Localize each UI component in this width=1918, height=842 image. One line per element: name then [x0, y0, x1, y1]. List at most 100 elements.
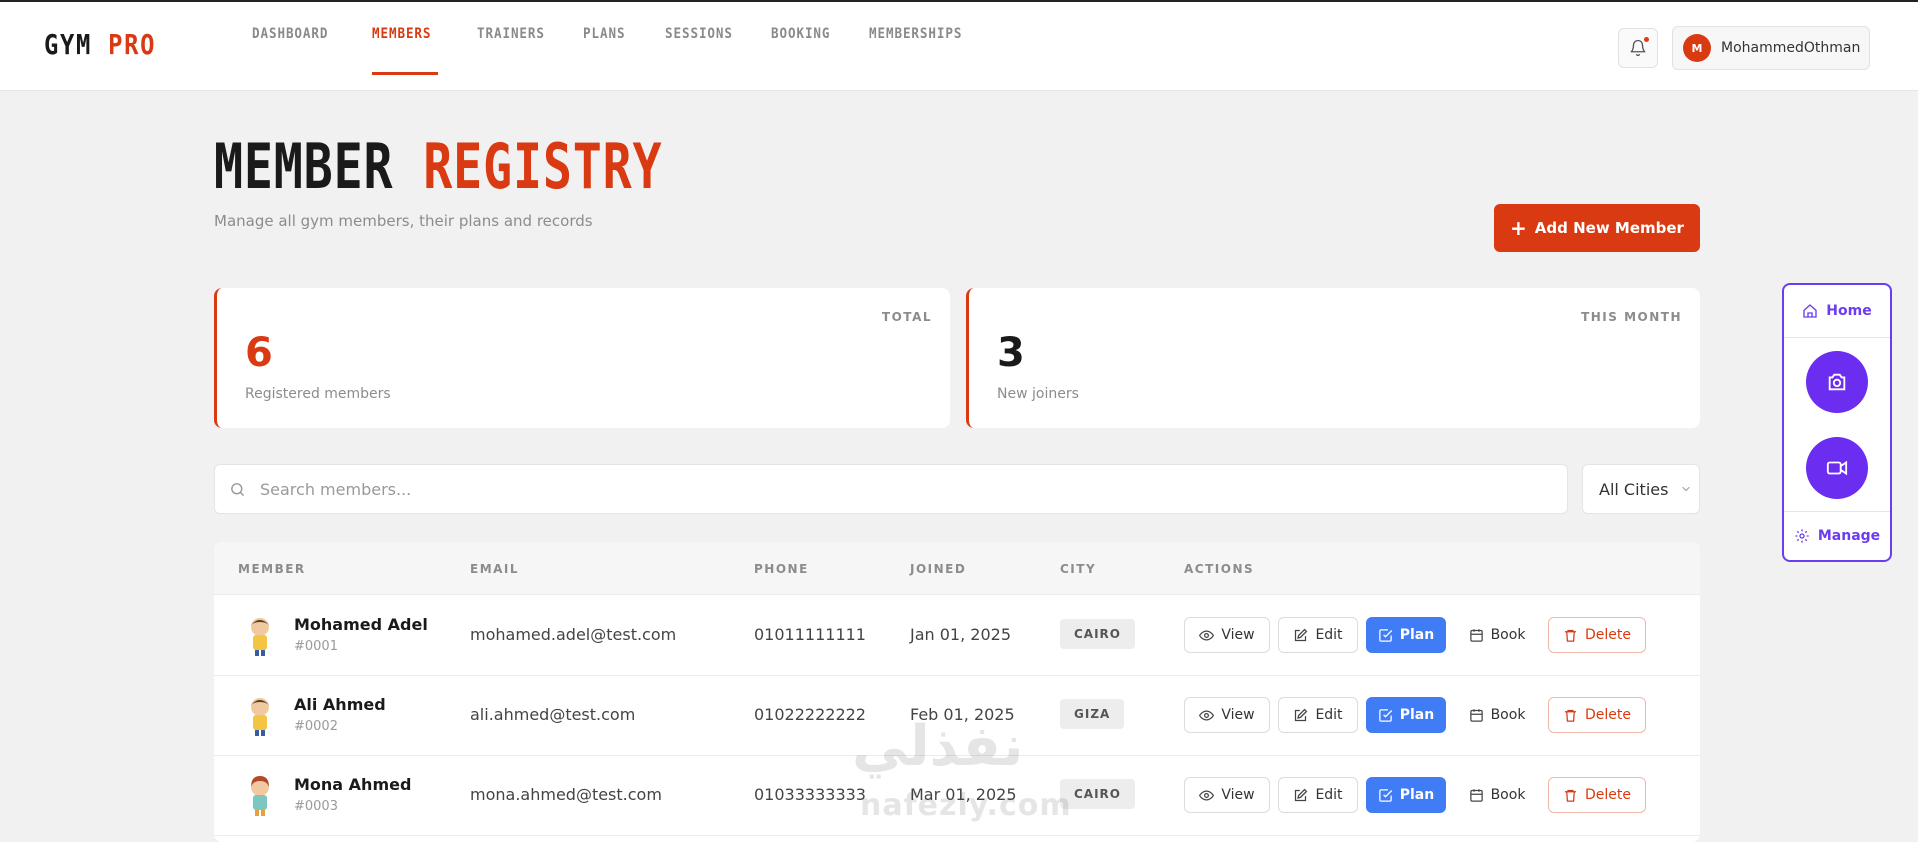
table-header: MEMBER EMAIL PHONE JOINED CITY ACTIONS [214, 542, 1700, 595]
book-button[interactable]: Book [1454, 777, 1540, 813]
page-title-accent: REGISTRY [423, 130, 663, 203]
search-input[interactable]: Search members... [214, 464, 1568, 514]
member-id: #0001 [294, 639, 338, 654]
stat-value: 6 [245, 330, 273, 376]
trash-icon [1564, 629, 1577, 642]
camera-button[interactable] [1806, 351, 1868, 413]
view-label: View [1221, 627, 1255, 643]
tab-booking[interactable]: BOOKING [771, 26, 830, 42]
logo-accent: PRO [108, 28, 157, 61]
view-button[interactable]: View [1184, 777, 1270, 813]
page-title-main: MEMBER [214, 130, 394, 203]
widget-home-button[interactable]: Home [1784, 285, 1890, 338]
plan-button[interactable]: Plan [1366, 777, 1446, 813]
top-header: GYM PRO DASHBOARD MEMBERS TRAINERS PLANS… [0, 2, 1918, 91]
member-avatar [251, 618, 269, 656]
book-label: Book [1490, 627, 1526, 643]
home-icon [1803, 304, 1817, 318]
page-subtitle: Manage all gym members, their plans and … [214, 212, 593, 230]
tab-plans[interactable]: PLANS [583, 26, 625, 42]
edit-button[interactable]: Edit [1278, 697, 1358, 733]
delete-label: Delete [1585, 627, 1631, 643]
search-icon [229, 481, 246, 498]
plus-icon: + [1510, 216, 1527, 240]
member-name: Mona Ahmed [294, 775, 412, 794]
edit-button[interactable]: Edit [1278, 777, 1358, 813]
delete-label: Delete [1585, 707, 1631, 723]
edit-label: Edit [1315, 787, 1343, 803]
plan-label: Plan [1399, 627, 1435, 643]
widget-manage-label: Manage [1817, 528, 1881, 544]
edit-icon [1295, 708, 1308, 721]
add-member-label: Add New Member [1534, 219, 1684, 237]
table-row[interactable]: Mohamed Adel #0001 mohamed.adel@test.com… [214, 595, 1700, 676]
column-header: PHONE [754, 562, 809, 576]
view-button[interactable]: View [1184, 617, 1270, 653]
member-email: mohamed.adel@test.com [470, 625, 677, 644]
view-button[interactable]: View [1184, 697, 1270, 733]
trash-icon [1564, 789, 1577, 802]
member-joined: Jan 01, 2025 [910, 625, 1011, 644]
city-badge: GIZA [1060, 699, 1125, 729]
edit-button[interactable]: Edit [1278, 617, 1358, 653]
edit-label: Edit [1315, 627, 1343, 643]
eye-icon [1199, 709, 1215, 721]
edit-icon [1295, 788, 1308, 801]
plan-button[interactable]: Plan [1366, 617, 1446, 653]
city-filter-select[interactable]: All Cities [1582, 464, 1700, 514]
stat-value: 3 [997, 330, 1025, 376]
member-avatar [251, 776, 269, 816]
tab-memberships[interactable]: MEMBERSHIPS [869, 26, 962, 42]
member-avatar [251, 698, 269, 736]
book-label: Book [1490, 707, 1526, 723]
active-tab-indicator [372, 72, 438, 75]
chevron-down-icon [1680, 483, 1692, 495]
check-square-icon [1379, 628, 1392, 642]
plan-button[interactable]: Plan [1366, 697, 1446, 733]
member-phone: 01011111111 [754, 625, 866, 644]
add-member-button[interactable]: + Add New Member [1494, 204, 1700, 252]
eye-icon [1199, 629, 1215, 641]
user-menu[interactable]: M MohammedOthman [1672, 26, 1870, 70]
tab-members[interactable]: MEMBERS [372, 26, 431, 42]
member-name: Ali Ahmed [294, 695, 386, 714]
view-label: View [1221, 707, 1255, 723]
member-id: #0002 [294, 719, 338, 734]
member-phone: 01022222222 [754, 705, 866, 724]
member-email: ali.ahmed@test.com [470, 705, 636, 724]
app-logo[interactable]: GYM PRO [44, 28, 156, 61]
tab-dashboard[interactable]: DASHBOARD [252, 26, 328, 42]
video-icon [1826, 460, 1848, 476]
member-email: mona.ahmed@test.com [470, 785, 662, 804]
book-label: Book [1490, 787, 1526, 803]
plan-label: Plan [1399, 787, 1435, 803]
watermark: نفذلي nafezly.com [852, 714, 1071, 830]
delete-button[interactable]: Delete [1548, 617, 1646, 653]
calendar-icon [1469, 628, 1483, 642]
watermark-latin: nafezly.com [860, 788, 1072, 823]
floating-widget: Home Manage [1782, 283, 1892, 562]
calendar-icon [1469, 788, 1483, 802]
delete-button[interactable]: Delete [1548, 777, 1646, 813]
video-button[interactable] [1806, 437, 1868, 499]
widget-home-label: Home [1826, 303, 1872, 319]
stat-caption: Registered members [245, 386, 391, 402]
plan-label: Plan [1399, 707, 1435, 723]
column-header: ACTIONS [1184, 562, 1255, 576]
notification-dot [1644, 37, 1649, 42]
tab-trainers[interactable]: TRAINERS [477, 26, 545, 42]
book-button[interactable]: Book [1454, 697, 1540, 733]
stat-card-total: TOTAL 6 Registered members [214, 288, 950, 428]
delete-button[interactable]: Delete [1548, 697, 1646, 733]
avatar: M [1683, 34, 1711, 62]
city-badge: CAIRO [1060, 619, 1135, 649]
delete-label: Delete [1585, 787, 1631, 803]
search-placeholder: Search members... [260, 479, 412, 499]
member-id: #0003 [294, 799, 338, 814]
notifications-button[interactable] [1618, 28, 1658, 68]
stat-card-this-month: THIS MONTH 3 New joiners [966, 288, 1700, 428]
eye-icon [1199, 789, 1215, 801]
tab-sessions[interactable]: SESSIONS [665, 26, 733, 42]
widget-manage-button[interactable]: Manage [1784, 511, 1890, 560]
book-button[interactable]: Book [1454, 617, 1540, 653]
